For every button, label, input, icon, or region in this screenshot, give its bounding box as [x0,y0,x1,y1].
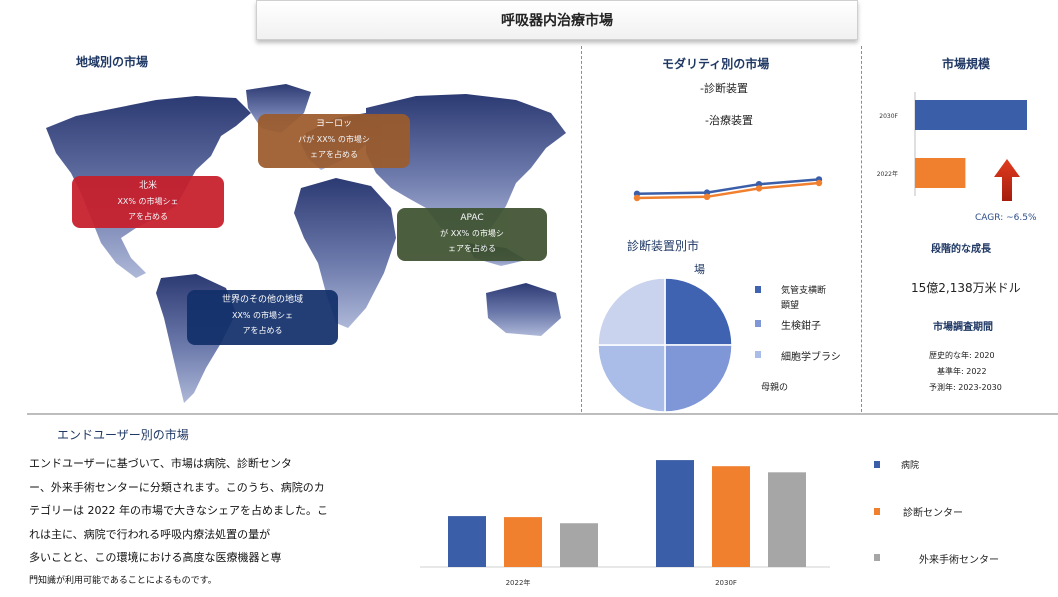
legend-marker-ambulatory [874,554,880,561]
callout-europe: ヨーロッ パが XX% の市場シ ェアを占める [258,114,410,168]
pie-legend-label: 生検鉗子 [781,321,821,332]
end-user-heading: エンドユーザー別の市場 [57,428,189,442]
legend-diagnostic-center: 診断センター [903,508,963,519]
legend-marker [755,351,761,358]
pie-slice [664,277,733,346]
region-heading: 地域別の市場 [76,55,149,69]
callout-europe-line1: パが XX% の市場シ [298,135,370,144]
legend-marker [755,286,761,293]
bar [768,472,806,567]
data-point [755,185,763,192]
cagr-text: CAGR: ~6.5% [975,213,1037,223]
callout-rest-of-world: 世界のその他の地域 XX% の市場シェ アを占める [187,290,338,345]
bar [915,100,1027,130]
divider [581,46,582,412]
callout-apac-line1: が XX% の市場シ [440,229,504,238]
bar [712,466,750,567]
data-point [703,193,711,200]
callout-na-name: 北米 [138,181,157,191]
pie-slice [664,344,733,413]
historical-year: 歴史的な年: 2020 [929,351,995,360]
diagnostic-heading-line1: 診断装置別市 [627,239,700,253]
modality-heading: モダリティ別の市場 [662,57,770,71]
growth-arrow-icon [994,159,1020,201]
bar [560,523,598,567]
modality-item-diagnostic: -診断装置 [700,82,748,95]
category-label: 2022年 [877,170,898,178]
pie-legend-label: 顕望 [781,301,800,311]
legend-marker-diagnostic-center [874,508,880,515]
market-size-heading: 市場規模 [942,57,991,71]
growth-heading: 段階的な成長 [931,244,991,255]
category-label: 2030F [879,113,898,120]
description-line: エンドユーザーに基づいて、市場は病院、診断センタ [29,457,292,470]
callout-row-line1: XX% の市場シェ [231,311,294,320]
description-line: テゴリーは 2022 年の市場で大きなシェアを占めました。こ [29,504,328,517]
callout-na-line1: XX% の市場シェ [117,197,179,206]
bar [504,517,542,567]
section-divider [27,413,1058,415]
description-line: 多いことと、この環境における高度な医療機器と専 [29,551,282,564]
callout-north-america: 北米 XX% の市場シェ アを占める [72,176,224,228]
callout-apac: APAC が XX% の市場シ ェアを占める [397,208,547,261]
category-label: 2022年 [506,578,531,587]
series-line [636,181,820,200]
divider [861,46,862,412]
legend-hospital: 病院 [901,461,920,471]
callout-na-line2: アを占める [128,212,168,221]
data-point [815,179,823,187]
bar [656,460,694,567]
modality-item-therapeutic: -治療装置 [705,114,753,127]
category-label: 2030F [715,579,737,587]
period-heading: 市場調査期間 [933,322,993,333]
description-line: 門知識が利用可能であることによるものです。 [29,575,217,586]
market-value: 15億2,138万米ドル [911,281,1021,295]
page-title: 呼吸器内治療市場 [256,0,858,40]
callout-apac-line2: ェアを占める [448,244,496,253]
callout-row-name: 世界のその他の地域 [221,295,303,305]
end-user-description: エンドユーザーに基づいて、市場は病院、診断センタ ー、外来手術センターに分類され… [29,452,328,593]
base-year: 基準年: 2022 [937,367,987,376]
pie-legend-label: 母親の [761,383,789,393]
diagnostic-pie-chart [597,277,733,413]
legend-ambulatory-center: 外来手術センター [919,555,999,566]
modality-line-chart [633,176,823,202]
legend-marker [755,320,761,327]
pie-legend-label: 気管支横断 [781,286,827,296]
description-line: ー、外来手術センターに分類されます。このうち、病院のカ [29,480,325,494]
bar [915,158,966,188]
forecast-years: 予測年: 2023-2030 [929,383,1002,392]
diagnostic-heading-line2: 場 [694,263,705,276]
legend-marker-hospital [874,461,880,468]
data-point [633,194,641,202]
callout-row-line2: アを占める [242,326,283,335]
pie-slice [597,344,666,413]
end-user-bar-chart: 2022年 2030F [420,460,830,587]
pie-legend-label: 細胞学ブラシ [781,352,841,363]
callout-apac-name: APAC [460,213,484,223]
pie-slice [597,277,666,346]
australia-shape [486,283,561,336]
description-line: れは主に、病院で行われる呼吸内療法処置の量が [29,527,271,541]
callout-europe-line2: ェアを占める [310,150,358,159]
bar [448,516,486,567]
callout-europe-name: ヨーロッ [315,119,352,129]
